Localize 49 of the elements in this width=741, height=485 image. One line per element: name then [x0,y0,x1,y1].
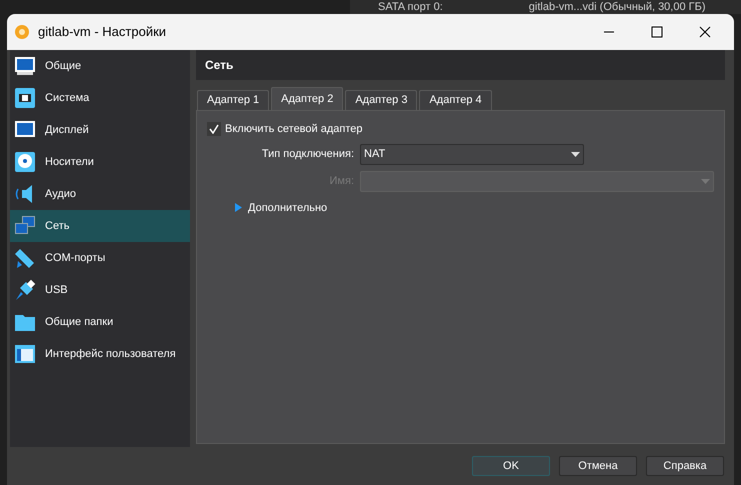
check-icon [209,124,219,134]
window-title: gitlab-vm - Настройки [38,23,166,42]
sidebar-label: Сеть [45,218,70,234]
sidebar-item[interactable]: Интерфейс пользователя [10,338,190,370]
chip-icon [14,87,36,109]
usb-plug-icon [14,279,36,301]
sidebar-item[interactable]: Общие папки [10,306,190,338]
sidebar-item[interactable]: Сеть [10,210,190,242]
sidebar-label: Система [45,90,90,106]
dropdown[interactable]: NAT [360,144,584,164]
sidebar-label: Общие папки [45,314,114,330]
dialog-button[interactable]: OK [472,456,550,476]
sidebar-label: Носители [45,154,94,170]
checkbox-label: Включить сетевой адаптер [225,122,362,137]
dropdown-value: NAT [364,146,386,162]
sidebar-label: Общие [45,58,82,74]
sidebar-label: Аудио [45,186,76,202]
monitor-icon [14,55,36,77]
maximize-icon[interactable] [651,26,663,38]
sidebar-item[interactable]: Система [10,82,190,114]
sidebar-item[interactable]: USB [10,274,190,306]
sidebar-item[interactable]: Общие [10,50,190,82]
dialog-button[interactable]: Отмена [559,456,637,476]
sidebar-label: USB [45,282,68,298]
background-text: gitlab-vm...vdi (Обычный, 30,00 ГБ) [528,0,706,14]
close-icon[interactable] [699,26,711,38]
sidebar-label: COM-порты [45,250,106,266]
tab[interactable]: Адаптер 1 [197,90,270,110]
expander-label[interactable]: Дополнительно [248,200,328,216]
page-title: Сеть [205,57,234,74]
app-icon [14,24,30,40]
network-icon [14,215,36,237]
dialog-button[interactable]: Справка [646,456,724,476]
sidebar-label: Интерфейс пользователя [45,346,176,362]
caret-icon [701,178,710,184]
sidebar-item[interactable]: Дисплей [10,114,190,146]
tab[interactable]: Адаптер 3 [345,90,418,110]
sidebar-item[interactable]: Аудио [10,178,190,210]
sidebar-item[interactable]: COM-порты [10,242,190,274]
caret-icon [571,152,580,156]
window-icon [14,343,36,365]
tab[interactable]: Адаптер 4 [419,90,492,110]
background-text: SATA порт 0: [378,0,443,14]
checkbox[interactable] [207,122,221,136]
tab[interactable]: Адаптер 2 [271,87,344,110]
sidebar-label: Дисплей [45,122,89,138]
caret-right-icon[interactable] [235,203,242,212]
field-label: Тип подключения: [260,146,355,162]
sidebar-item[interactable]: Носители [10,146,190,178]
